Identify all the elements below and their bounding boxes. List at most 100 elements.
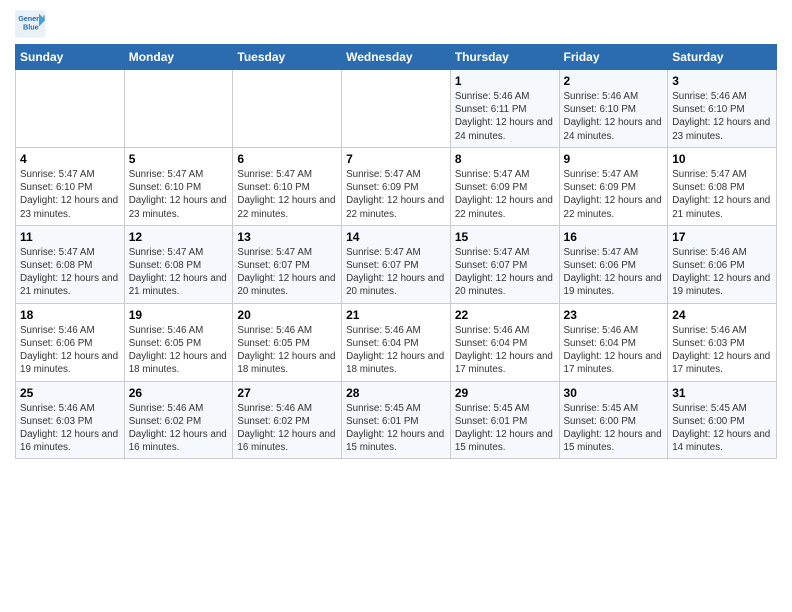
- day-info: Sunrise: 5:46 AM Sunset: 6:11 PM Dayligh…: [455, 90, 555, 143]
- svg-text:Blue: Blue: [23, 23, 39, 32]
- day-info: Sunrise: 5:47 AM Sunset: 6:07 PM Dayligh…: [237, 246, 337, 299]
- calendar-cell: 5 Sunrise: 5:47 AM Sunset: 6:10 PM Daylig…: [124, 147, 233, 225]
- calendar-cell: 15 Sunrise: 5:47 AM Sunset: 6:07 PM Dayli…: [450, 225, 559, 303]
- calendar-cell: 7 Sunrise: 5:47 AM Sunset: 6:09 PM Daylig…: [342, 147, 451, 225]
- calendar-cell: 14 Sunrise: 5:47 AM Sunset: 6:07 PM Dayli…: [342, 225, 451, 303]
- day-info: Sunrise: 5:46 AM Sunset: 6:04 PM Dayligh…: [455, 324, 555, 377]
- day-info: Sunrise: 5:47 AM Sunset: 6:08 PM Dayligh…: [20, 246, 120, 299]
- weekday-thursday: Thursday: [450, 45, 559, 70]
- day-number: 25: [20, 386, 120, 400]
- day-number: 21: [346, 308, 446, 322]
- calendar-cell: [233, 70, 342, 148]
- day-number: 10: [672, 152, 772, 166]
- day-info: Sunrise: 5:46 AM Sunset: 6:02 PM Dayligh…: [129, 402, 229, 455]
- calendar-cell: 13 Sunrise: 5:47 AM Sunset: 6:07 PM Dayli…: [233, 225, 342, 303]
- day-number: 16: [564, 230, 664, 244]
- day-info: Sunrise: 5:47 AM Sunset: 6:09 PM Dayligh…: [346, 168, 446, 221]
- weekday-wednesday: Wednesday: [342, 45, 451, 70]
- calendar-cell: 24 Sunrise: 5:46 AM Sunset: 6:03 PM Dayli…: [668, 303, 777, 381]
- weekday-friday: Friday: [559, 45, 668, 70]
- day-number: 18: [20, 308, 120, 322]
- calendar-cell: 22 Sunrise: 5:46 AM Sunset: 6:04 PM Dayli…: [450, 303, 559, 381]
- day-info: Sunrise: 5:47 AM Sunset: 6:10 PM Dayligh…: [237, 168, 337, 221]
- day-number: 23: [564, 308, 664, 322]
- day-info: Sunrise: 5:47 AM Sunset: 6:07 PM Dayligh…: [455, 246, 555, 299]
- day-info: Sunrise: 5:45 AM Sunset: 6:01 PM Dayligh…: [346, 402, 446, 455]
- week-row-5: 25 Sunrise: 5:46 AM Sunset: 6:03 PM Dayli…: [16, 381, 777, 459]
- day-info: Sunrise: 5:46 AM Sunset: 6:04 PM Dayligh…: [346, 324, 446, 377]
- day-number: 4: [20, 152, 120, 166]
- day-info: Sunrise: 5:46 AM Sunset: 6:05 PM Dayligh…: [237, 324, 337, 377]
- day-number: 31: [672, 386, 772, 400]
- day-info: Sunrise: 5:47 AM Sunset: 6:07 PM Dayligh…: [346, 246, 446, 299]
- day-number: 29: [455, 386, 555, 400]
- week-row-2: 4 Sunrise: 5:47 AM Sunset: 6:10 PM Daylig…: [16, 147, 777, 225]
- calendar-cell: 2Sunrise: 5:46 AM Sunset: 6:10 PM Daylig…: [559, 70, 668, 148]
- calendar-cell: 26 Sunrise: 5:46 AM Sunset: 6:02 PM Dayli…: [124, 381, 233, 459]
- day-number: 8: [455, 152, 555, 166]
- calendar-cell: 1 Sunrise: 5:46 AM Sunset: 6:11 PM Daylig…: [450, 70, 559, 148]
- day-number: 3: [672, 74, 772, 88]
- day-number: 14: [346, 230, 446, 244]
- day-info: Sunrise: 5:47 AM Sunset: 6:08 PM Dayligh…: [672, 168, 772, 221]
- day-info: Sunrise: 5:46 AM Sunset: 6:06 PM Dayligh…: [20, 324, 120, 377]
- day-number: 24: [672, 308, 772, 322]
- day-info: Sunrise: 5:46 AM Sunset: 6:02 PM Dayligh…: [237, 402, 337, 455]
- day-info: Sunrise: 5:47 AM Sunset: 6:09 PM Dayligh…: [455, 168, 555, 221]
- calendar-cell: 31 Sunrise: 5:45 AM Sunset: 6:00 PM Dayli…: [668, 381, 777, 459]
- day-number: 15: [455, 230, 555, 244]
- calendar-cell: 18 Sunrise: 5:46 AM Sunset: 6:06 PM Dayli…: [16, 303, 125, 381]
- calendar-cell: 6 Sunrise: 5:47 AM Sunset: 6:10 PM Daylig…: [233, 147, 342, 225]
- day-info: Sunrise: 5:46 AM Sunset: 6:04 PM Dayligh…: [564, 324, 664, 377]
- calendar-cell: 19Sunrise: 5:46 AM Sunset: 6:05 PM Dayli…: [124, 303, 233, 381]
- day-info: Sunrise: 5:46 AM Sunset: 6:03 PM Dayligh…: [672, 324, 772, 377]
- calendar-cell: 23 Sunrise: 5:46 AM Sunset: 6:04 PM Dayli…: [559, 303, 668, 381]
- calendar-cell: 12Sunrise: 5:47 AM Sunset: 6:08 PM Dayli…: [124, 225, 233, 303]
- day-info: Sunrise: 5:46 AM Sunset: 6:03 PM Dayligh…: [20, 402, 120, 455]
- day-info: Sunrise: 5:45 AM Sunset: 6:00 PM Dayligh…: [672, 402, 772, 455]
- weekday-monday: Monday: [124, 45, 233, 70]
- day-number: 7: [346, 152, 446, 166]
- logo: General Blue: [15, 10, 47, 38]
- day-number: 27: [237, 386, 337, 400]
- day-number: 11: [20, 230, 120, 244]
- calendar-cell: 30Sunrise: 5:45 AM Sunset: 6:00 PM Dayli…: [559, 381, 668, 459]
- calendar-table: SundayMondayTuesdayWednesdayThursdayFrid…: [15, 44, 777, 459]
- weekday-saturday: Saturday: [668, 45, 777, 70]
- day-number: 26: [129, 386, 229, 400]
- weekday-sunday: Sunday: [16, 45, 125, 70]
- calendar-cell: 25 Sunrise: 5:46 AM Sunset: 6:03 PM Dayli…: [16, 381, 125, 459]
- day-number: 6: [237, 152, 337, 166]
- day-info: Sunrise: 5:46 AM Sunset: 6:06 PM Dayligh…: [672, 246, 772, 299]
- logo-icon: General Blue: [15, 10, 47, 38]
- day-info: Sunrise: 5:46 AM Sunset: 6:10 PM Dayligh…: [672, 90, 772, 143]
- day-number: 1: [455, 74, 555, 88]
- day-number: 13: [237, 230, 337, 244]
- day-number: 9: [564, 152, 664, 166]
- calendar-cell: [342, 70, 451, 148]
- calendar-cell: 21 Sunrise: 5:46 AM Sunset: 6:04 PM Dayli…: [342, 303, 451, 381]
- day-info: Sunrise: 5:45 AM Sunset: 6:01 PM Dayligh…: [455, 402, 555, 455]
- day-info: Sunrise: 5:47 AM Sunset: 6:09 PM Dayligh…: [564, 168, 664, 221]
- calendar-cell: 17Sunrise: 5:46 AM Sunset: 6:06 PM Dayli…: [668, 225, 777, 303]
- calendar-cell: 8 Sunrise: 5:47 AM Sunset: 6:09 PM Daylig…: [450, 147, 559, 225]
- calendar-cell: 28Sunrise: 5:45 AM Sunset: 6:01 PM Dayli…: [342, 381, 451, 459]
- calendar-cell: 27 Sunrise: 5:46 AM Sunset: 6:02 PM Dayli…: [233, 381, 342, 459]
- calendar-cell: 20 Sunrise: 5:46 AM Sunset: 6:05 PM Dayli…: [233, 303, 342, 381]
- day-info: Sunrise: 5:47 AM Sunset: 6:06 PM Dayligh…: [564, 246, 664, 299]
- day-number: 2: [564, 74, 664, 88]
- calendar-cell: [124, 70, 233, 148]
- calendar-cell: 3 Sunrise: 5:46 AM Sunset: 6:10 PM Daylig…: [668, 70, 777, 148]
- day-info: Sunrise: 5:47 AM Sunset: 6:08 PM Dayligh…: [129, 246, 229, 299]
- week-row-3: 11 Sunrise: 5:47 AM Sunset: 6:08 PM Dayli…: [16, 225, 777, 303]
- day-info: Sunrise: 5:46 AM Sunset: 6:05 PM Dayligh…: [129, 324, 229, 377]
- day-info: Sunrise: 5:47 AM Sunset: 6:10 PM Dayligh…: [20, 168, 120, 221]
- calendar-cell: 16 Sunrise: 5:47 AM Sunset: 6:06 PM Dayli…: [559, 225, 668, 303]
- day-number: 20: [237, 308, 337, 322]
- day-number: 30: [564, 386, 664, 400]
- day-number: 5: [129, 152, 229, 166]
- calendar-cell: 29 Sunrise: 5:45 AM Sunset: 6:01 PM Dayli…: [450, 381, 559, 459]
- weekday-header-row: SundayMondayTuesdayWednesdayThursdayFrid…: [16, 45, 777, 70]
- day-info: Sunrise: 5:47 AM Sunset: 6:10 PM Dayligh…: [129, 168, 229, 221]
- day-number: 22: [455, 308, 555, 322]
